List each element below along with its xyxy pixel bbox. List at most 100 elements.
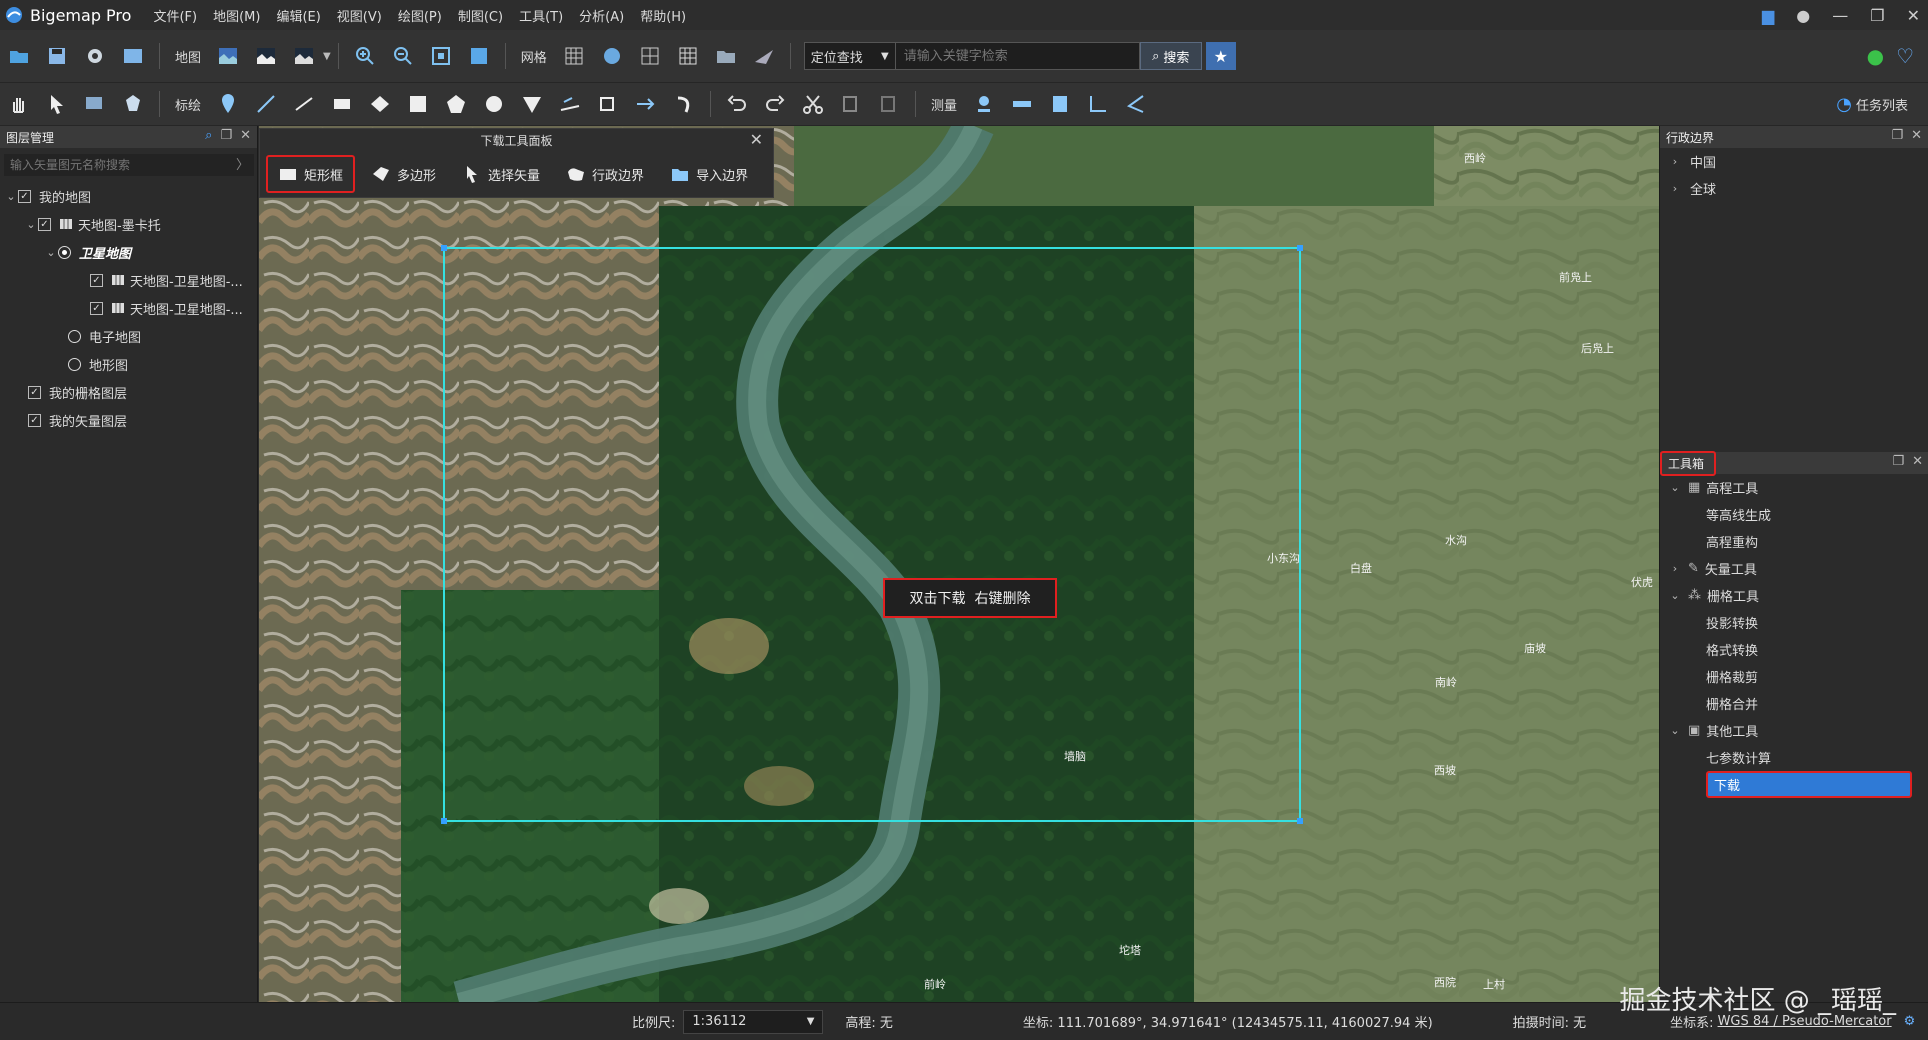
zoom-in-icon[interactable] (351, 42, 379, 70)
layer-search-toggle-icon[interactable]: ⌕ (205, 128, 212, 143)
open-folder-icon[interactable] (5, 42, 33, 70)
tool-item-download[interactable]: 下载 (1706, 771, 1912, 798)
map-canvas[interactable]: 西岭 前凫上 后凫上 小东沟 白盘 水沟 伏虎 庙坡 南岭 西坡 墙脑 坨塔 西… (259, 126, 1659, 1002)
search-button[interactable]: ⌕ 搜索 (1139, 42, 1202, 70)
zoom-extent-icon[interactable] (427, 42, 455, 70)
checkbox[interactable]: ✓ (38, 217, 51, 231)
polyline-icon[interactable] (252, 90, 280, 118)
rectangle-tool-button[interactable]: 矩形框 (266, 155, 356, 193)
tree-item-raster-layers[interactable]: ✓ 我的栅格图层 (0, 378, 257, 406)
pentagon-icon[interactable] (442, 90, 470, 118)
admin-boundary-button[interactable]: 行政边界 (556, 155, 654, 193)
map-layer-icon[interactable] (252, 42, 280, 70)
undo-icon[interactable] (723, 90, 751, 118)
tool-group-raster[interactable]: ⌄ ⁂ 栅格工具 (1660, 582, 1928, 609)
sector-icon[interactable] (518, 90, 546, 118)
chevron-right-icon[interactable]: › (1668, 155, 1682, 168)
tree-item-terrain-map[interactable]: 地形图 (0, 350, 257, 378)
minimize-button[interactable]: — (1832, 6, 1848, 25)
radio-unselected[interactable] (68, 329, 81, 343)
radio-unselected[interactable] (68, 357, 81, 371)
tool-item-elevation-rebuild[interactable]: 高程重构 (1660, 528, 1928, 555)
identify-icon[interactable] (81, 90, 109, 118)
send-icon[interactable] (750, 42, 778, 70)
help-heart-icon[interactable]: ♡ (1896, 44, 1914, 68)
tool-item-contour[interactable]: 等高线生成 (1660, 501, 1928, 528)
tool-item-merge[interactable]: 栅格合并 (1660, 690, 1928, 717)
marker-icon[interactable] (214, 90, 242, 118)
favorite-star-button[interactable]: ★ (1205, 42, 1236, 70)
chevron-down-icon[interactable]: ⌄ (44, 246, 58, 259)
annotate-label[interactable]: 标绘 (175, 95, 201, 114)
settings-gear-icon[interactable]: ⚙ (1904, 1014, 1916, 1029)
tool-group-vector[interactable]: › ✎ 矢量工具 (1660, 555, 1928, 582)
user-avatar-icon[interactable]: ● (1796, 6, 1810, 25)
measure-distance-icon[interactable] (1008, 90, 1036, 118)
measure-azimuth-icon[interactable] (1122, 90, 1150, 118)
close-icon[interactable]: ✕ (750, 130, 763, 149)
menu-analysis[interactable]: 分析(A) (579, 6, 624, 25)
chevron-down-icon[interactable]: ⌄ (1668, 589, 1682, 602)
checkbox[interactable]: ✓ (28, 413, 41, 427)
collapse-arrow-icon[interactable]: 〉 (236, 154, 249, 173)
polygon-select-icon[interactable] (119, 90, 147, 118)
tree-item-my-map[interactable]: ⌄ ✓ 我的地图 (0, 182, 257, 210)
scale-dropdown[interactable]: 1:36112 ▼ (683, 1009, 824, 1034)
menu-view[interactable]: 视图(V) (337, 6, 382, 25)
km-grid-icon[interactable] (636, 42, 664, 70)
chevron-right-icon[interactable]: › (1668, 562, 1682, 575)
chevron-down-icon[interactable]: ⌄ (1668, 724, 1682, 737)
checkbox[interactable]: ✓ (18, 189, 31, 203)
map-overlay-icon[interactable] (290, 42, 318, 70)
tree-item-satellite-layer-1[interactable]: ✓ 天地图-卫星地图-... (0, 266, 257, 294)
close-panel-icon[interactable]: ✕ (1911, 128, 1922, 143)
measure-area-icon[interactable] (1046, 90, 1074, 118)
zoom-out-icon[interactable] (389, 42, 417, 70)
menu-help[interactable]: 帮助(H) (640, 6, 686, 25)
map-source-icon[interactable] (214, 42, 242, 70)
grid-label[interactable]: 网格 (521, 47, 547, 66)
paste-icon[interactable] (875, 90, 903, 118)
search-input[interactable] (895, 42, 1140, 70)
close-window-button[interactable]: ✕ (1907, 6, 1920, 25)
measure-point-icon[interactable] (970, 90, 998, 118)
folder-icon[interactable] (712, 42, 740, 70)
circle-icon[interactable] (480, 90, 508, 118)
admin-item-global[interactable]: › 全球 (1660, 175, 1928, 202)
float-panel-icon[interactable]: ❐ (1892, 454, 1904, 469)
checkbox[interactable]: ✓ (90, 273, 103, 287)
polygon-tool-button[interactable]: 多边形 (361, 155, 446, 193)
save-icon[interactable] (43, 42, 71, 70)
menu-draw[interactable]: 绘图(P) (398, 6, 442, 25)
tool-item-clip[interactable]: 栅格裁剪 (1660, 663, 1928, 690)
measure-angle-icon[interactable] (1084, 90, 1112, 118)
menu-file[interactable]: 文件(F) (153, 6, 197, 25)
chevron-right-icon[interactable]: › (1668, 182, 1682, 195)
redo-icon[interactable] (761, 90, 789, 118)
ruler-icon[interactable] (556, 90, 584, 118)
full-extent-icon[interactable] (465, 42, 493, 70)
copy-icon[interactable] (837, 90, 865, 118)
chevron-down-icon[interactable]: ▼ (323, 51, 331, 62)
locate-dropdown[interactable]: 定位查找 ▼ (803, 42, 896, 70)
rectangle-draw-icon[interactable] (328, 90, 356, 118)
menu-tools[interactable]: 工具(T) (519, 6, 563, 25)
tool-item-seven-param[interactable]: 七参数计算 (1660, 744, 1928, 771)
menu-map[interactable]: 地图(M) (213, 6, 260, 25)
radio-selected[interactable] (58, 245, 71, 259)
tool-group-other[interactable]: ⌄ ▣ 其他工具 (1660, 717, 1928, 744)
measure-label[interactable]: 测量 (931, 95, 957, 114)
float-panel-icon[interactable]: ❐ (1891, 128, 1903, 143)
chevron-down-icon[interactable]: ⌄ (24, 218, 38, 231)
arrow-right-icon[interactable] (632, 90, 660, 118)
pan-hand-icon[interactable] (5, 90, 33, 118)
chat-icon[interactable]: ▆ (1762, 6, 1774, 25)
wechat-icon[interactable]: ● (1867, 44, 1884, 68)
nm-grid-icon[interactable] (674, 42, 702, 70)
close-panel-icon[interactable]: ✕ (240, 128, 251, 143)
arrow-shape-icon[interactable] (366, 90, 394, 118)
layer-search-input[interactable] (4, 154, 254, 176)
float-panel-icon[interactable]: ❐ (220, 128, 232, 143)
image-icon[interactable] (119, 42, 147, 70)
menu-edit[interactable]: 编辑(E) (276, 6, 320, 25)
